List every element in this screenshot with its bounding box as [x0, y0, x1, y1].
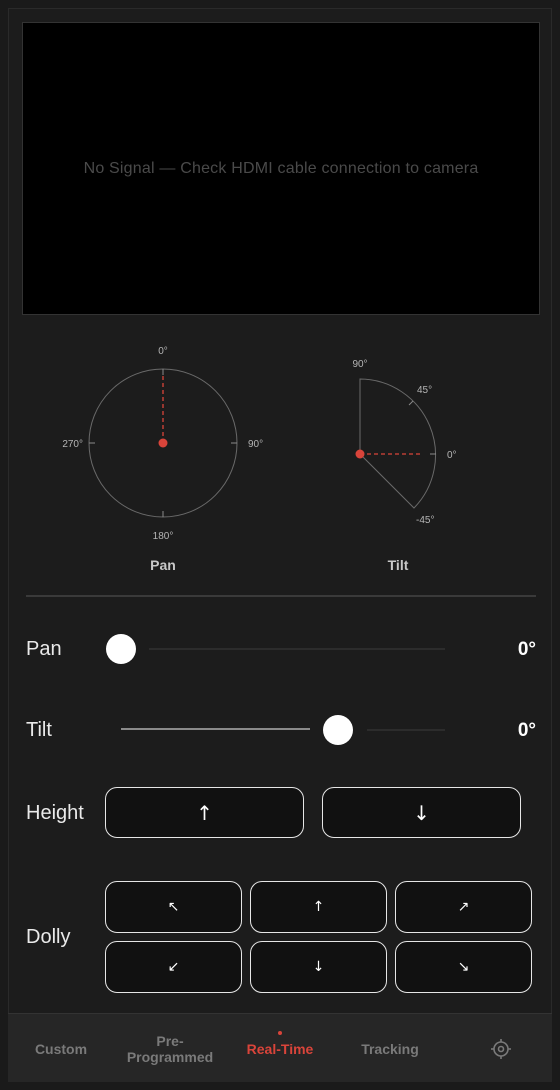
- section-divider: [26, 595, 536, 597]
- arrow-down-icon: ↓: [312, 959, 325, 975]
- settings-gear-icon: [491, 1038, 511, 1059]
- camera-preview: No Signal — Check HDMI cable connection …: [22, 22, 540, 315]
- arrow-up-icon: ↑: [196, 800, 213, 825]
- tilt-center-dot: [355, 449, 365, 459]
- height-row-label: Height: [26, 802, 84, 824]
- tilt-dial-label: Tilt: [388, 557, 409, 573]
- pan-dial-label: Pan: [150, 557, 176, 573]
- tilt-label-0: 0°: [447, 450, 457, 461]
- pan-value: 0°: [517, 639, 536, 660]
- tab-pre-programmed-label: Pre- Programmed: [126, 1032, 214, 1065]
- tilt-dial: 90° 45° 0° -45° Tilt: [352, 359, 456, 573]
- pan-label-90: 90°: [248, 439, 263, 450]
- pan-label-180: 180°: [153, 531, 174, 542]
- tilt-slider-fill: [121, 728, 310, 730]
- height-up-button[interactable]: ↑: [105, 787, 304, 838]
- pan-slider-track[interactable]: [149, 648, 445, 650]
- pan-label-270: 270°: [62, 439, 83, 450]
- tab-custom[interactable]: Custom: [14, 1014, 108, 1083]
- height-down-button[interactable]: ↓: [322, 787, 521, 838]
- tilt-label-minus45: -45°: [416, 515, 434, 526]
- arrow-down-right-icon: ↘: [457, 959, 470, 975]
- dolly-up-left-button[interactable]: ↖: [105, 881, 242, 933]
- tilt-label-45: 45°: [417, 385, 432, 396]
- tab-real-time[interactable]: Real-Time: [232, 1014, 328, 1083]
- tab-pre-programmed[interactable]: Pre- Programmed: [120, 1014, 220, 1083]
- arrow-up-right-icon: ↗: [457, 899, 470, 915]
- tilt-value: 0°: [517, 720, 536, 741]
- dolly-down-right-button[interactable]: ↘: [395, 941, 532, 993]
- tilt-tick-45: [408, 400, 414, 406]
- dolly-down-button[interactable]: ↓: [250, 941, 387, 993]
- orientation-dials: 0° 90° 180° 270° Pan 90° 45° 0° -45° Til…: [0, 330, 560, 590]
- dolly-down-left-button[interactable]: ↙: [105, 941, 242, 993]
- tilt-dial-sector: [359, 378, 437, 509]
- dolly-row-label: Dolly: [26, 926, 71, 948]
- arrow-down-left-icon: ↙: [167, 959, 180, 975]
- arrow-up-left-icon: ↖: [167, 899, 180, 915]
- dials-svg: 0° 90° 180° 270° Pan 90° 45° 0° -45° Til…: [62, 346, 456, 573]
- bottom-tab-bar: Custom Pre- Programmed Real-Time Trackin…: [8, 1013, 552, 1082]
- arrow-down-icon: ↓: [413, 800, 430, 825]
- no-signal-message: No Signal — Check HDMI cable connection …: [83, 159, 479, 177]
- active-tab-indicator: [278, 1031, 282, 1035]
- pan-slider-knob[interactable]: [106, 634, 136, 664]
- arrow-up-icon: ↑: [312, 899, 325, 915]
- tab-real-time-label: Real-Time: [246, 1040, 314, 1057]
- tilt-slider-knob[interactable]: [323, 715, 353, 745]
- tilt-slider-track[interactable]: [367, 729, 445, 731]
- pan-label-0: 0°: [158, 346, 168, 357]
- pan-center-dot: [158, 438, 168, 448]
- dolly-up-right-button[interactable]: ↗: [395, 881, 532, 933]
- tilt-label-90: 90°: [352, 359, 367, 370]
- tab-tracking[interactable]: Tracking: [342, 1014, 438, 1083]
- tab-custom-label: Custom: [34, 1040, 88, 1057]
- dolly-up-button[interactable]: ↑: [250, 881, 387, 933]
- pan-dial: 0° 90° 180° 270° Pan: [62, 346, 263, 573]
- tilt-row-label: Tilt: [26, 719, 52, 741]
- tab-settings[interactable]: [458, 1014, 544, 1083]
- pan-row-label: Pan: [26, 638, 62, 660]
- tab-tracking-label: Tracking: [361, 1040, 419, 1057]
